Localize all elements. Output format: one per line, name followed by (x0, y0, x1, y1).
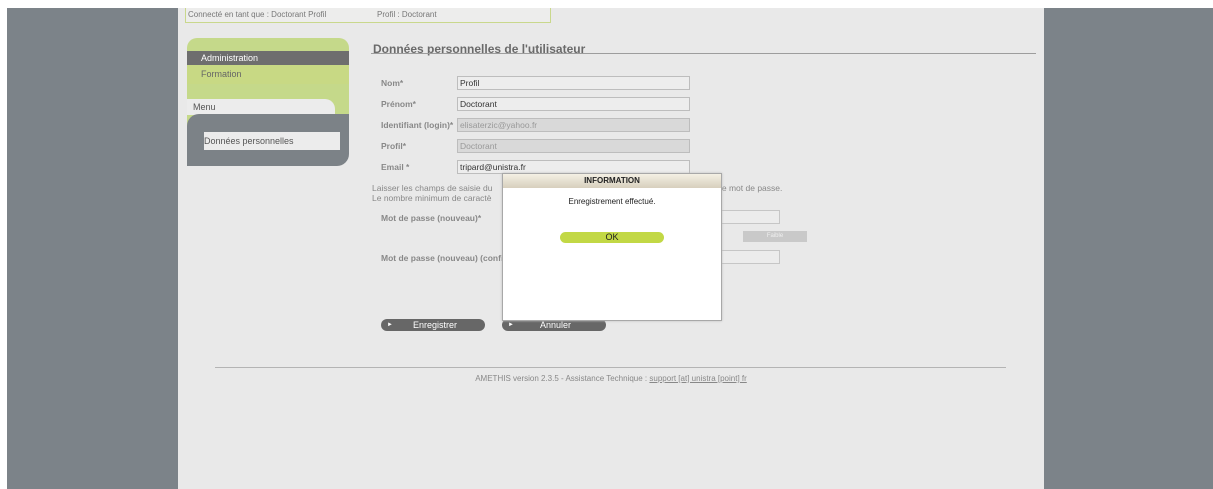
prenom-field[interactable] (457, 97, 690, 111)
password-new-label: Mot de passe (nouveau)* (381, 213, 482, 223)
password-note-start: Laisser les champs de saisie du (372, 183, 493, 193)
session-bar: Connecté en tant que : Doctorant Profil … (185, 8, 551, 23)
sidebar-item-label: Données personnelles (204, 136, 294, 146)
save-button-label: Enregistrer (413, 320, 458, 330)
profile-text: Profil : Doctorant (377, 10, 437, 19)
connected-as-text: Connecté en tant que : Doctorant Profil (188, 10, 327, 19)
dialog-title: INFORMATION (503, 174, 721, 188)
profil-label: Profil* (381, 141, 407, 151)
nom-label: Nom* (381, 78, 404, 88)
title-divider (371, 53, 1036, 54)
password-min-note: Le nombre minimum de caractè (372, 193, 492, 203)
left-margin (7, 8, 178, 489)
password-strength-indicator: Faible (743, 231, 807, 242)
support-link[interactable]: support [at] unistra [point] fr (649, 374, 746, 383)
email-field[interactable] (457, 160, 690, 174)
nom-field[interactable] (457, 76, 690, 90)
footer-divider (215, 367, 1006, 368)
sidebar-tab-label: Administration (201, 53, 259, 63)
footer-text: AMETHIS version 2.3.5 - Assistance Techn… (475, 374, 648, 383)
prenom-label: Prénom* (381, 99, 416, 109)
password-new-field[interactable] (719, 210, 780, 224)
email-label: Email * (381, 162, 410, 172)
sidebar-tab-label: Formation (201, 69, 242, 79)
save-button[interactable]: ► Enregistrer (381, 319, 485, 331)
sidebar-tab-formation[interactable]: Formation (187, 65, 349, 84)
profil-field (457, 139, 690, 153)
identifiant-label: Identifiant (login)* (381, 120, 454, 130)
password-note-end: le mot de passe. (720, 183, 783, 193)
password-confirm-label: Mot de passe (nouveau) (confi (381, 253, 504, 263)
sidebar-menu-header: Menu (187, 99, 335, 115)
password-confirm-field[interactable] (719, 250, 780, 264)
menu-label: Menu (193, 102, 216, 112)
right-margin (1044, 8, 1213, 489)
footer: AMETHIS version 2.3.5 - Assistance Techn… (178, 374, 1044, 383)
dialog-message: Enregistrement effectué. (568, 197, 656, 206)
play-icon: ► (387, 322, 393, 328)
ok-button[interactable]: OK (560, 232, 664, 243)
sidebar-item-donnees-personnelles[interactable]: Données personnelles (204, 132, 340, 150)
identifiant-field (457, 118, 690, 132)
sidebar-tab-administration[interactable]: Administration (187, 51, 349, 65)
information-dialog: INFORMATION Enregistrement effectué. OK (502, 173, 722, 321)
